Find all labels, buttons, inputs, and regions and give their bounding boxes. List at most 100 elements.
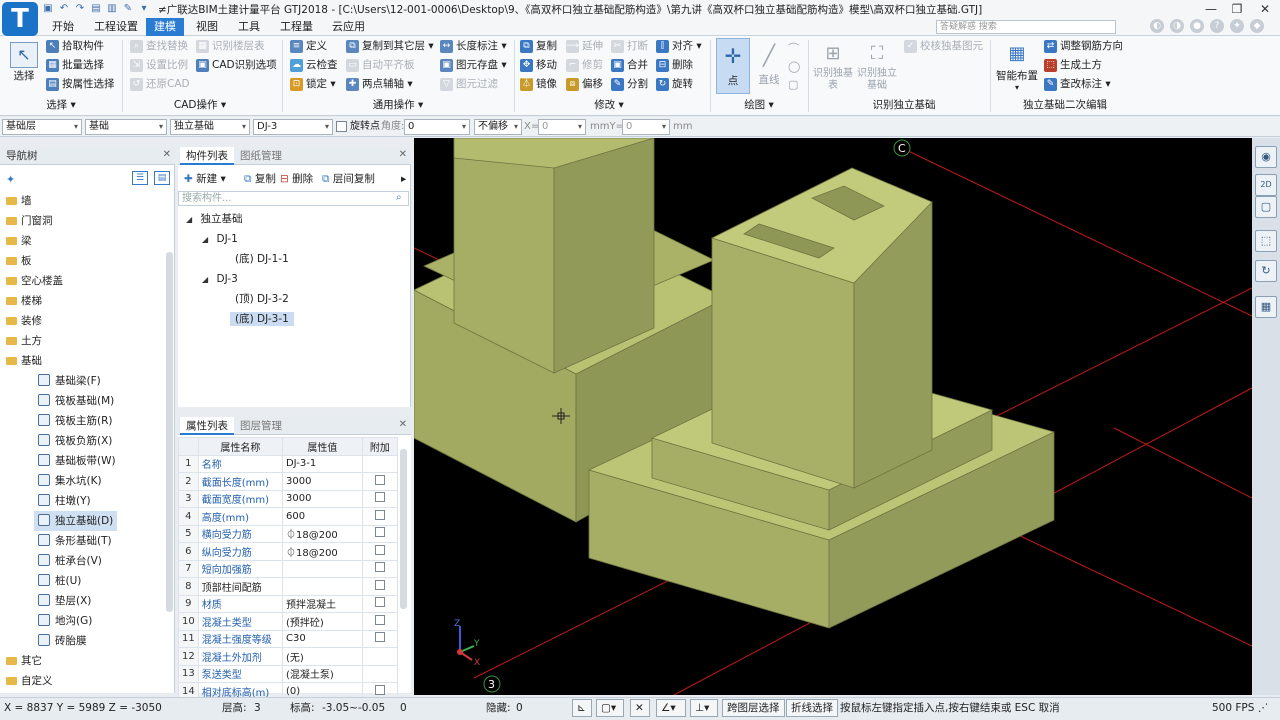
nav-folder[interactable]: 其它 (0, 651, 42, 671)
extra-checkbox[interactable] (374, 632, 385, 643)
recognize-floor-table-button[interactable]: ▦ 识别楼层表 (196, 38, 265, 55)
print-icon[interactable]: ▥ (106, 3, 118, 15)
nav-foundation-item[interactable]: 筏板主筋(R) (0, 411, 113, 431)
extra-checkbox[interactable] (374, 614, 385, 625)
nav-folder[interactable]: 梁 (0, 231, 32, 251)
property-value[interactable]: ⏀18@200 (281, 542, 363, 561)
draw-arc-icons[interactable]: ⌒ ◯ ▢ (788, 40, 800, 94)
angle-input[interactable]: 0 (404, 119, 470, 135)
snap-toggle-icon[interactable]: ▢▾ (596, 699, 624, 717)
move-button[interactable]: ✥ 移动 (520, 57, 557, 74)
merge-button[interactable]: ▣ 合并 (611, 57, 648, 74)
select-by-property-button[interactable]: ▤ 按属性选择 (46, 76, 115, 93)
define-button[interactable]: ≡ 定义 (290, 38, 327, 55)
property-scrollbar[interactable] (400, 449, 407, 609)
cross-layer-select-button[interactable]: 跨图层选择 (722, 699, 785, 717)
extra-checkbox[interactable] (374, 597, 385, 608)
nav-folder[interactable]: 楼梯 (0, 291, 42, 311)
axis-marker-c[interactable]: C (893, 139, 911, 157)
help-icon[interactable]: ? (1210, 19, 1224, 33)
restore-icon[interactable]: ❐ (1224, 0, 1250, 18)
menu-cloud[interactable]: 云应用 (324, 18, 373, 36)
headset-icon[interactable]: ◐ (1150, 19, 1164, 33)
ortho-toggle-icon[interactable]: ⊾ (572, 699, 592, 717)
nav-foundation-item[interactable]: 条形基础(T) (0, 531, 112, 551)
grid-view-icon[interactable]: ▤ (154, 171, 170, 185)
pen-icon[interactable]: ✎ (122, 3, 134, 15)
nav-folder[interactable]: 装修 (0, 311, 42, 331)
app-logo[interactable]: T (2, 2, 38, 36)
nav-folder[interactable]: 土方 (0, 331, 42, 351)
expand-icon[interactable]: ◢ (202, 275, 208, 284)
menu-modeling[interactable]: 建模 (146, 18, 184, 36)
property-row[interactable]: 4 高度(mm) 600 (178, 507, 399, 526)
property-row[interactable]: 6 纵向受力筋 ⏀18@200 (178, 542, 399, 561)
menu-quantity[interactable]: 工程量 (272, 18, 321, 36)
group-cad-label[interactable]: CAD操作 ▾ (160, 98, 240, 112)
y-offset-input[interactable]: 0 (622, 119, 670, 135)
3d-viewport[interactable]: Z Y X C 3 (414, 138, 1252, 695)
tree-node[interactable]: (底) DJ-3-1 (230, 309, 294, 329)
group-modify-label[interactable]: 修改 ▾ (584, 98, 634, 112)
extra-checkbox[interactable] (374, 579, 385, 590)
frame-view-icon[interactable]: ▢ (1255, 196, 1277, 218)
close-icon[interactable]: ✕ (399, 419, 407, 430)
auto-align-slab-button[interactable]: ▭ 自动平齐板 (346, 57, 415, 74)
property-value[interactable]: 3000 (281, 472, 363, 491)
orbit-icon[interactable]: ↻ (1255, 260, 1277, 282)
line-draw-button[interactable]: ╱ 直线 (752, 38, 786, 94)
property-value[interactable]: 预拌混凝土 (281, 594, 363, 613)
skin-icon[interactable]: ◆ (1250, 19, 1264, 33)
view-cube-icon[interactable]: ◉ (1255, 146, 1277, 168)
type-select[interactable]: 独立基础 (170, 119, 250, 135)
nav-foundation-item[interactable]: 独立基础(D) (0, 511, 118, 531)
property-row[interactable]: 12 混凝土外加剂 (无) (178, 647, 399, 666)
new-button[interactable]: ✚ 新建 ▾ (184, 170, 226, 188)
property-row[interactable]: 3 截面宽度(mm) 3000 (178, 489, 399, 508)
nav-folder[interactable]: 空心楼盖 (0, 271, 63, 291)
save-icon[interactable]: ▣ (42, 3, 54, 15)
group-common-label[interactable]: 通用操作 ▾ (358, 98, 438, 112)
menu-view[interactable]: 视图 (188, 18, 226, 36)
nav-scrollbar[interactable] (166, 252, 173, 612)
interfloor-copy-button[interactable]: ⧉ 层间复制 (322, 170, 375, 188)
property-row[interactable]: 2 截面长度(mm) 3000 (178, 472, 399, 491)
edit-annotation-button[interactable]: ✎ 查改标注 ▾ (1044, 76, 1111, 93)
extra-checkbox[interactable] (374, 562, 385, 573)
rotate-button[interactable]: ↻ 旋转 (656, 76, 693, 93)
delete-button[interactable]: ⊟ 删除 (656, 57, 693, 74)
pin-icon[interactable]: ✦ (6, 173, 15, 186)
more-icon[interactable]: ▸ (401, 170, 406, 188)
property-row[interactable]: 8 顶部柱间配筋 (178, 577, 399, 596)
recognize-foundation-button[interactable]: ⛶ 识别独立基础 (856, 40, 898, 92)
group-draw-label[interactable]: 绘图 ▾ (734, 98, 784, 112)
property-row[interactable]: 9 材质 预拌混凝土 (178, 594, 399, 613)
property-value[interactable] (281, 559, 363, 578)
extra-checkbox[interactable] (374, 544, 385, 555)
copy-component-button[interactable]: ⧉ 复制 (244, 170, 276, 188)
copy-to-floor-button[interactable]: ⧉ 复制到其它层 ▾ (346, 38, 434, 55)
lock-button[interactable]: ⊡ 锁定 ▾ (290, 76, 336, 93)
floor-select[interactable]: 基础层 (2, 119, 82, 135)
osnap-toggle-icon[interactable]: ✕ (630, 699, 650, 717)
select-button[interactable]: ↖ 选择 (8, 42, 40, 83)
recognize-table-button[interactable]: ⊞ 识别独基表 (812, 40, 854, 92)
property-value[interactable] (281, 577, 363, 596)
split-button[interactable]: ✎ 分割 (611, 76, 648, 93)
axis-marker-3[interactable]: 3 (483, 675, 501, 693)
property-value[interactable]: (无) (281, 647, 363, 666)
break-button[interactable]: ✂ 打断 (611, 38, 648, 55)
layer-display-icon[interactable]: ▦ (1255, 296, 1277, 318)
point-draw-button[interactable]: ✛ 点 (716, 38, 750, 94)
nav-foundation-item[interactable]: 柱墩(Y) (0, 491, 91, 511)
property-row[interactable]: 5 横向受力筋 ⏀18@200 (178, 524, 399, 543)
gift-icon[interactable]: ✦ (1230, 19, 1244, 33)
tab-property-list[interactable]: 属性列表 (180, 417, 234, 435)
copy-button[interactable]: ⧉ 复制 (520, 38, 557, 55)
polar-track-icon[interactable]: ⊥▾ (690, 699, 718, 717)
smart-layout-button[interactable]: ▦ 智能布置 ▾ (996, 40, 1038, 92)
cad-options-button[interactable]: ▣ CAD识别选项 (196, 57, 277, 74)
nav-foundation-item[interactable]: 垫层(X) (0, 591, 91, 611)
3d-box-icon[interactable]: ⬚ (1255, 230, 1277, 252)
property-value[interactable]: 3000 (281, 489, 363, 508)
